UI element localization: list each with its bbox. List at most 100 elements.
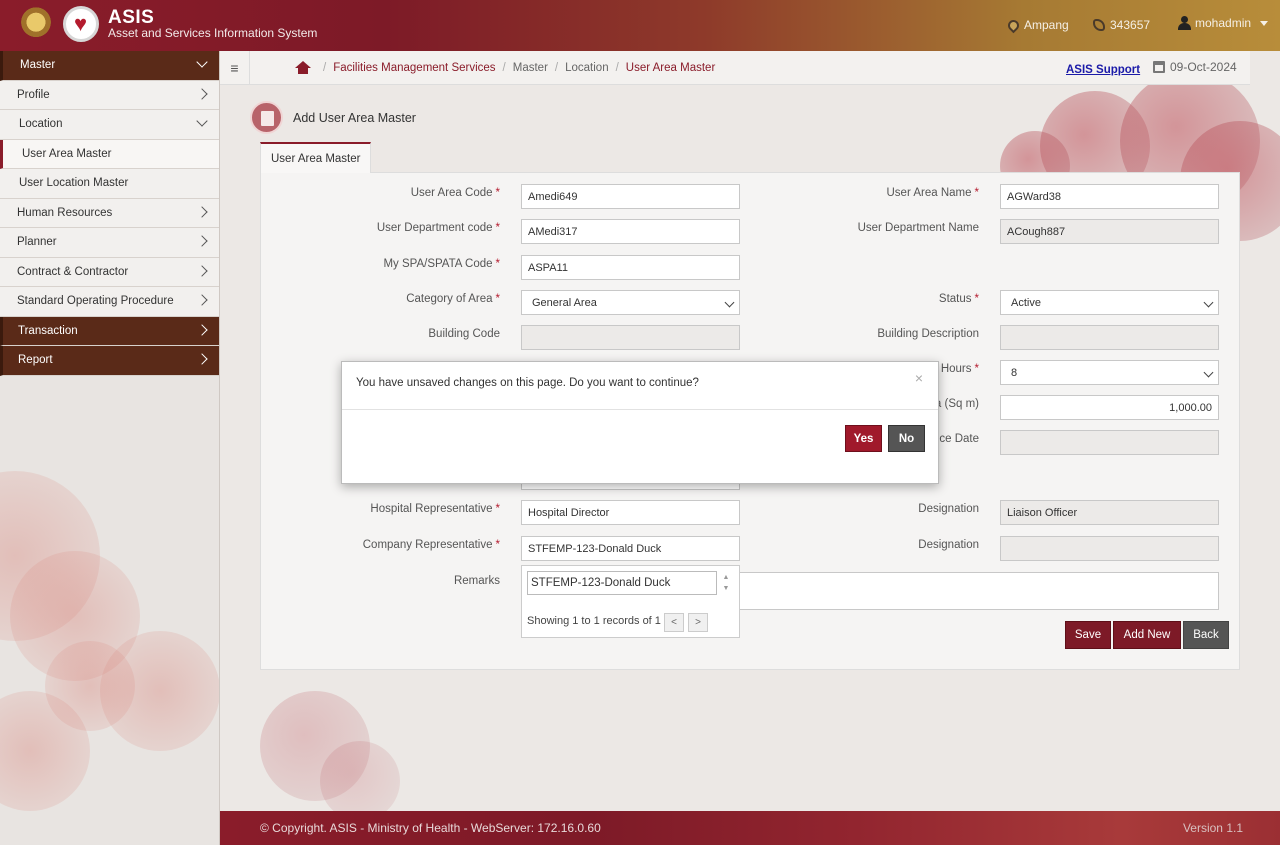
location-indicator[interactable]: Ampang bbox=[1005, 17, 1069, 33]
breadcrumb-separator: / bbox=[323, 61, 327, 74]
breadcrumb-separator: / bbox=[502, 61, 506, 74]
sidebar-item-sop[interactable]: Standard Operating Procedure bbox=[0, 287, 219, 317]
required-mark: * bbox=[495, 187, 500, 199]
required-mark: * bbox=[495, 293, 500, 305]
user-area-code-input[interactable]: Amedi649 bbox=[521, 184, 740, 209]
decor-bubble bbox=[100, 631, 219, 751]
breadcrumb: / Facilities Management Services / Maste… bbox=[295, 61, 715, 74]
chevron-right-icon bbox=[196, 205, 208, 218]
user-dept-code-label: User Department code * bbox=[300, 222, 500, 234]
sidebar-item-label: User Location Master bbox=[19, 177, 129, 190]
calendar-icon bbox=[1153, 61, 1165, 73]
user-icon bbox=[1178, 16, 1191, 30]
label-text: User Department code bbox=[376, 222, 493, 234]
sidebar-item-contract[interactable]: Contract & Contractor bbox=[0, 257, 219, 287]
unsaved-changes-dialog: You have unsaved changes on this page. D… bbox=[341, 361, 939, 484]
user-area-name-label: User Area Name * bbox=[779, 187, 980, 199]
area-input[interactable]: 1,000.00 bbox=[1000, 395, 1219, 420]
label-text: User Area Code bbox=[410, 187, 493, 199]
no-button[interactable]: No bbox=[888, 425, 925, 452]
spa-code-label: My SPA/SPATA Code * bbox=[300, 258, 500, 270]
sidebar-item-label: Human Resources bbox=[17, 206, 113, 219]
hospital-designation-input: Liaison Officer bbox=[1000, 500, 1219, 525]
category-label: Category of Area * bbox=[300, 293, 500, 305]
company-designation-input bbox=[1000, 536, 1219, 561]
label-text: Company Representative bbox=[362, 539, 493, 551]
sidebar-item-label: Contract & Contractor bbox=[17, 265, 129, 278]
user-area-code-label: User Area Code * bbox=[300, 187, 500, 199]
document-icon bbox=[250, 101, 283, 134]
chevron-down-icon bbox=[196, 115, 208, 127]
sidebar-item-label: Location bbox=[19, 118, 63, 131]
chevron-down-icon bbox=[196, 56, 208, 68]
menu-toggle-icon[interactable]: ≡ bbox=[220, 51, 250, 85]
building-desc-label: Building Description bbox=[877, 328, 979, 340]
sidebar-item-master[interactable]: Master bbox=[0, 51, 219, 81]
user-dept-code-input[interactable]: AMedi317 bbox=[521, 219, 740, 244]
company-rep-label: Company Representative * bbox=[300, 539, 500, 551]
asis-support-link[interactable]: ASIS Support bbox=[1066, 64, 1140, 76]
phone-icon bbox=[1093, 19, 1105, 31]
lookup-search-input[interactable]: STFEMP-123-Donald Duck bbox=[527, 571, 717, 595]
government-crest-logo bbox=[18, 6, 54, 42]
lookup-prev-button[interactable]: < bbox=[664, 613, 684, 632]
chevron-right-icon bbox=[196, 87, 208, 100]
sidebar-item-label: Transaction bbox=[18, 324, 78, 337]
breadcrumb-master[interactable]: Master bbox=[513, 62, 548, 74]
sidebar-item-label: Report bbox=[18, 354, 53, 367]
add-new-button[interactable]: Add New bbox=[1113, 621, 1181, 649]
home-icon[interactable] bbox=[295, 61, 311, 74]
building-code-input bbox=[521, 325, 740, 350]
phone-label: 343657 bbox=[1110, 18, 1151, 32]
sidebar-item-label: Standard Operating Procedure bbox=[17, 295, 174, 308]
version-text: Version 1.1 bbox=[1182, 821, 1243, 835]
breadcrumb-facilities[interactable]: Facilities Management Services bbox=[333, 62, 495, 74]
required-mark: * bbox=[974, 363, 979, 375]
location-label: Ampang bbox=[1024, 18, 1069, 32]
save-button[interactable]: Save bbox=[1065, 621, 1111, 649]
label-text: Status bbox=[938, 293, 972, 305]
chevron-right-icon bbox=[196, 353, 208, 365]
sidebar: Master Profile Location User Area Master… bbox=[0, 51, 220, 845]
lookup-record-info: Showing 1 to 1 records of 1 bbox=[527, 615, 661, 627]
required-mark: * bbox=[495, 258, 500, 270]
app-subtitle: Asset and Services Information System bbox=[108, 26, 318, 40]
status-select[interactable]: Active bbox=[1000, 290, 1219, 315]
breadcrumb-bar: ≡ / Facilities Management Services / Mas… bbox=[220, 51, 1250, 85]
breadcrumb-separator: / bbox=[554, 61, 559, 74]
tab-user-area-master[interactable]: User Area Master bbox=[260, 142, 372, 173]
company-rep-input[interactable]: STFEMP-123-Donald Duck bbox=[521, 536, 740, 561]
building-code-label: Building Code bbox=[428, 328, 500, 340]
sidebar-item-planner[interactable]: Planner bbox=[0, 228, 219, 258]
yes-button[interactable]: Yes bbox=[845, 425, 882, 452]
user-area-name-input[interactable]: AGWard38 bbox=[1000, 184, 1219, 209]
user-dept-name-input: ACough887 bbox=[1000, 219, 1219, 244]
status-label: Status * bbox=[779, 293, 979, 305]
breadcrumb-location[interactable]: Location bbox=[565, 62, 608, 74]
lookup-next-button[interactable]: > bbox=[688, 613, 708, 632]
chevron-right-icon bbox=[196, 323, 208, 336]
sidebar-item-user-area-master[interactable]: User Area Master bbox=[0, 139, 219, 169]
page-title: Add User Area Master bbox=[293, 110, 416, 125]
back-button[interactable]: Back bbox=[1183, 621, 1229, 649]
sidebar-item-profile[interactable]: Profile bbox=[0, 80, 219, 110]
category-select[interactable]: General Area bbox=[521, 290, 740, 315]
sidebar-item-report[interactable]: Report bbox=[0, 346, 219, 376]
user-menu[interactable]: mohadmin bbox=[1178, 16, 1269, 30]
chevron-right-icon bbox=[196, 294, 208, 306]
sidebar-item-human-resources[interactable]: Human Resources bbox=[0, 198, 219, 228]
spa-code-input[interactable]: ASPA11 bbox=[521, 255, 740, 280]
sidebar-item-location[interactable]: Location bbox=[0, 110, 219, 140]
sidebar-nav: Master Profile Location User Area Master… bbox=[0, 51, 219, 376]
lookup-spinner[interactable]: ▲ ▼ bbox=[721, 572, 731, 594]
copyright-text: © Copyright. ASIS - Ministry of Health -… bbox=[260, 821, 601, 835]
sidebar-item-user-location-master[interactable]: User Location Master bbox=[0, 169, 219, 199]
sidebar-item-transaction[interactable]: Transaction bbox=[0, 316, 219, 346]
user-name: mohadmin bbox=[1195, 16, 1252, 30]
required-mark: * bbox=[495, 503, 500, 515]
hospital-rep-input[interactable]: Hospital Director bbox=[521, 500, 740, 525]
label-text: My SPA/SPATA Code bbox=[383, 258, 493, 270]
close-icon[interactable]: × bbox=[915, 370, 923, 386]
dialog-message: You have unsaved changes on this page. D… bbox=[356, 377, 699, 389]
hours-select[interactable]: 8 bbox=[1000, 360, 1219, 385]
